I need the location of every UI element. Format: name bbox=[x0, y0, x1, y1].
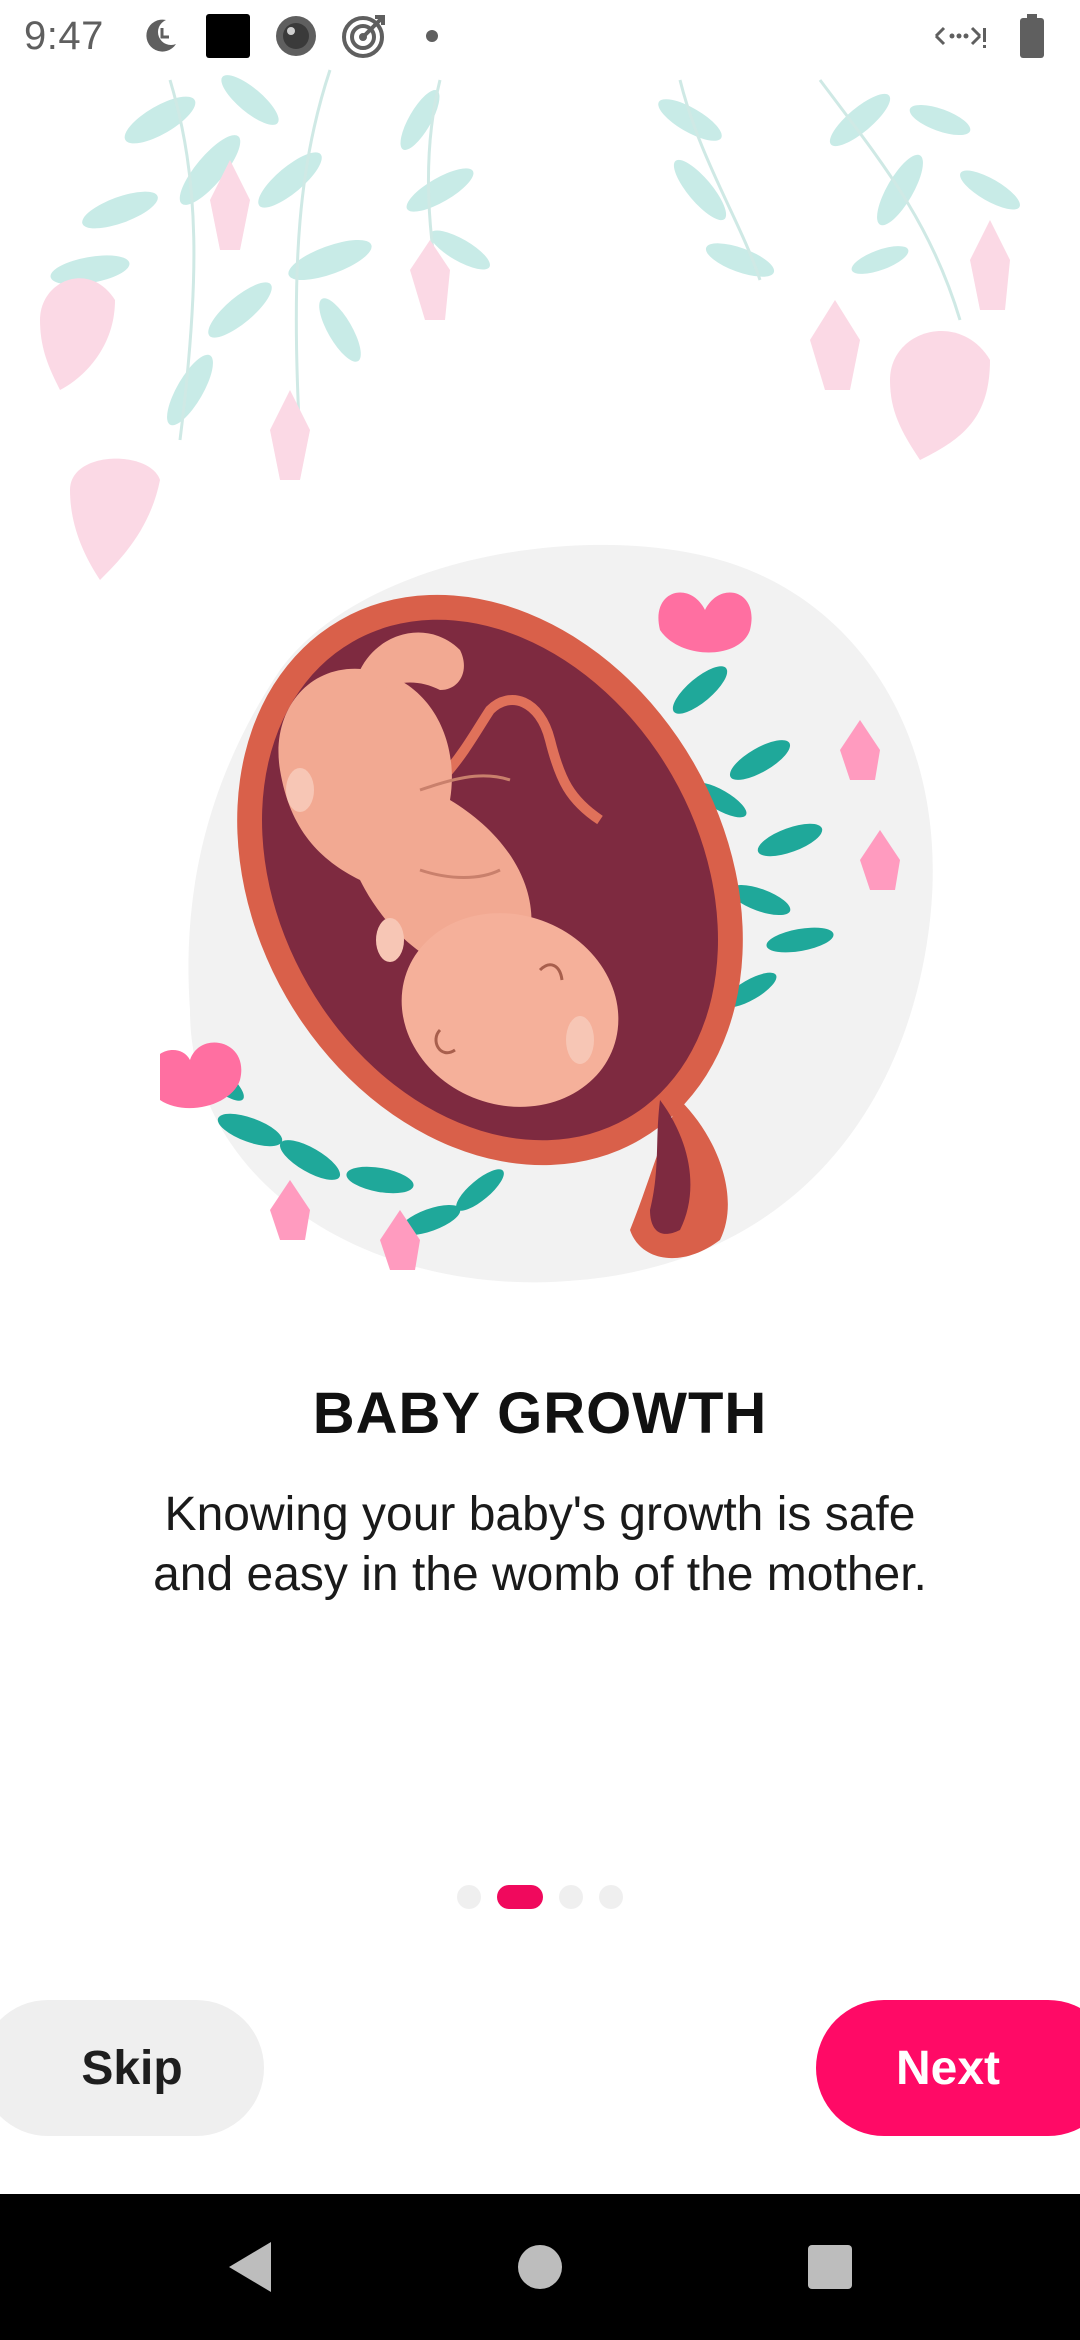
system-navigation-bar bbox=[0, 2194, 1080, 2340]
page-dot-2-active[interactable] bbox=[497, 1885, 543, 1909]
battery-icon bbox=[1008, 12, 1056, 60]
status-time: 9:47 bbox=[24, 13, 104, 58]
do-not-disturb-icon bbox=[136, 12, 184, 60]
status-notification-icons bbox=[136, 12, 456, 60]
page-indicator bbox=[0, 1882, 1080, 1912]
page-dot-4[interactable] bbox=[599, 1885, 623, 1909]
data-arrows-icon bbox=[932, 12, 988, 60]
camera-lens-icon bbox=[272, 12, 320, 60]
onboarding-title: BABY GROWTH bbox=[312, 1381, 768, 1446]
target-icon bbox=[340, 12, 388, 60]
description-line-1: Knowing your baby's growth is safe bbox=[164, 1488, 916, 1541]
skip-button-label: Skip bbox=[81, 2041, 183, 2095]
app-square-icon bbox=[204, 12, 252, 60]
page-dot-3[interactable] bbox=[559, 1885, 583, 1909]
page-dot-1[interactable] bbox=[457, 1885, 481, 1909]
onboarding-description: Knowing your baby's growth is safe and e… bbox=[100, 1485, 980, 1605]
decorative-leaves bbox=[40, 69, 1020, 580]
back-triangle-icon[interactable] bbox=[210, 2227, 290, 2307]
dot-icon bbox=[408, 12, 456, 60]
recents-square-icon[interactable] bbox=[790, 2227, 870, 2307]
skip-button[interactable]: Skip bbox=[0, 2000, 264, 2136]
onboarding-screen: 9:47 BABY GROWTH Knowing your baby's gro… bbox=[0, 0, 1080, 2340]
description-line-2: and easy in the womb of the mother. bbox=[153, 1548, 927, 1601]
next-button[interactable]: Next bbox=[816, 2000, 1080, 2136]
baby-growth-illustration bbox=[160, 544, 933, 1283]
home-circle-icon[interactable] bbox=[500, 2227, 580, 2307]
status-system-icons bbox=[932, 12, 1056, 60]
next-button-label: Next bbox=[896, 2041, 1001, 2095]
